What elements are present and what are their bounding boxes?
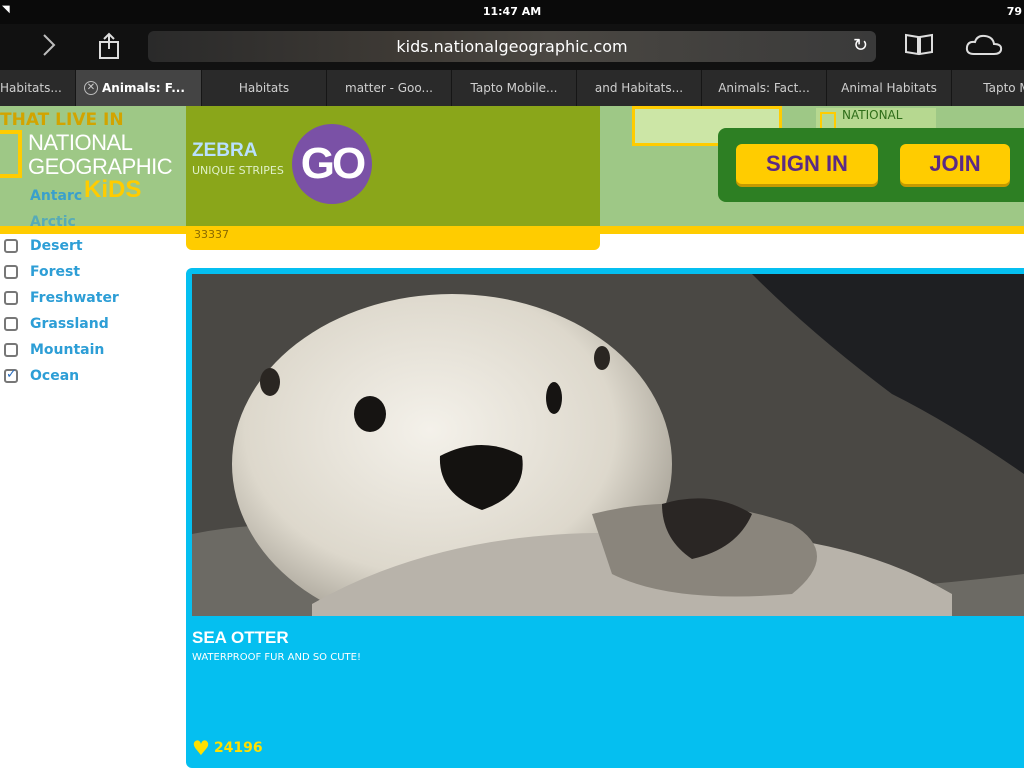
filter-desert[interactable]: Desert [0,236,180,262]
habitat-filter-list: Desert Forest Freshwater Grassland Mount… [0,236,180,392]
web-page: THAT LIVE IN NATIONAL GEOGRAPHIC KiDS An… [0,106,1024,768]
animal-tagline: WATERPROOF FUR AND SO CUTE! [192,652,361,663]
zebra-likes-count: 33337 [194,228,229,241]
go-button[interactable]: GO [292,124,372,204]
filter-ocean[interactable]: Ocean [0,366,180,392]
join-button[interactable]: JOIN [900,144,1010,184]
sea-otter-photo[interactable] [192,274,1024,616]
that-live-in-heading: THAT LIVE IN [0,110,124,130]
tab-animals-active[interactable]: ✕ Animals: F... [76,70,202,106]
checkbox[interactable] [4,239,18,253]
tab-animal-habitats[interactable]: Animal Habitats [827,70,952,106]
animal-card-sea-otter[interactable]: SEA OTTER WATERPROOF FUR AND SO CUTE! ♥ … [186,268,1024,768]
tab-animals-facts[interactable]: Animals: Fact... [702,70,827,106]
tab-and-habitats[interactable]: and Habitats... [577,70,702,106]
url-text: kids.nationalgeographic.com [396,37,628,56]
logo-national[interactable]: NATIONAL [28,130,133,156]
tab-matter[interactable]: matter - Goo... [327,70,452,106]
likes-count: 24196 [213,740,263,756]
category-antarctica-partial: Antarc [30,188,83,204]
auth-panel: SIGN IN JOIN [718,128,1024,202]
tab-tapto-2[interactable]: Tapto Mob [952,70,1024,106]
filter-forest[interactable]: Forest [0,262,180,288]
filter-label[interactable]: Grassland [30,316,109,332]
filter-freshwater[interactable]: Freshwater [0,288,180,314]
tab-habitats-2[interactable]: Habitats [202,70,327,106]
checkbox-checked[interactable] [4,367,18,383]
bookmarks-icon[interactable] [902,32,936,63]
battery-level: 79 [1006,5,1022,18]
checkbox[interactable] [4,317,18,331]
checkbox[interactable] [4,291,18,305]
heart-icon[interactable]: ♥ [192,738,210,758]
filter-label[interactable]: Forest [30,264,80,280]
checkbox[interactable] [4,265,18,279]
checkbox[interactable] [4,343,18,357]
sign-in-button[interactable]: SIGN IN [736,144,878,184]
tab-strip: Habitats... ✕ Animals: F... Habitats mat… [0,70,1024,106]
natgeo-mini-logo[interactable]: NATIONAL [816,108,936,130]
filter-label[interactable]: Ocean [30,368,79,384]
filter-label[interactable]: Freshwater [30,290,119,306]
status-bar: ◥ 11:47 AM 79 [0,0,1024,24]
filter-grassland[interactable]: Grassland [0,314,180,340]
filter-label[interactable]: Mountain [30,342,104,358]
reload-icon[interactable]: ↻ [853,35,868,56]
browser-toolbar: kids.nationalgeographic.com ↻ [0,24,1024,70]
address-bar[interactable]: kids.nationalgeographic.com ↻ [148,31,876,62]
status-time: 11:47 AM [482,5,542,18]
zebra-title: ZEBRA [192,140,258,161]
logo-kids[interactable]: KiDS [84,176,141,204]
natgeo-yellow-border-icon [0,130,22,178]
zebra-subtitle: UNIQUE STRIPES [192,164,284,177]
likes[interactable]: ♥ 24196 [192,738,263,758]
zebra-likes-strip: 33337 [186,226,600,250]
site-header: THAT LIVE IN NATIONAL GEOGRAPHIC KiDS An… [0,106,1024,230]
tab-tapto-1[interactable]: Tapto Mobile... [452,70,577,106]
filter-label[interactable]: Desert [30,238,83,254]
icloud-tabs-icon[interactable] [962,32,1006,65]
forward-icon[interactable] [32,32,66,65]
featured-zebra-banner[interactable]: ZEBRA UNIQUE STRIPES GO [186,106,600,226]
animal-name[interactable]: SEA OTTER [192,628,289,648]
filter-mountain[interactable]: Mountain [0,340,180,366]
share-icon[interactable] [92,32,126,67]
tab-habitats-1[interactable]: Habitats... [0,70,76,106]
close-tab-icon[interactable]: ✕ [84,81,98,95]
